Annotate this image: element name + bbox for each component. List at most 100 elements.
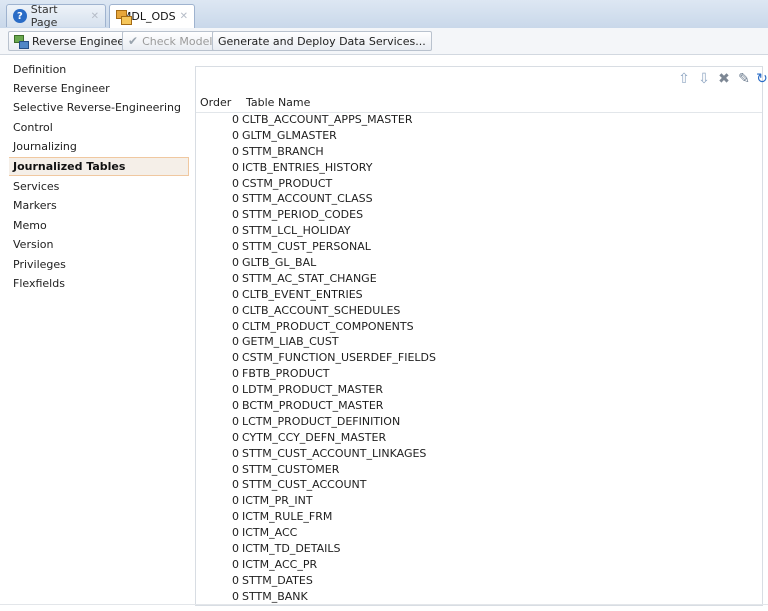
table-row[interactable]: 0 STTM_CUSTOMER <box>196 463 762 479</box>
table-name-cell: STTM_BANK <box>242 589 308 603</box>
table-name-cell: LCTM_PRODUCT_DEFINITION <box>242 414 401 428</box>
table-row[interactable]: 0 GETM_LIAB_CUST <box>196 335 762 351</box>
order-cell: 0 <box>232 510 239 524</box>
table-row[interactable]: 0 CYTM_CCY_DEFN_MASTER <box>196 431 762 447</box>
reverse-engineer-button[interactable]: Reverse Engineer <box>8 31 135 51</box>
nav-item-label: Control <box>13 121 53 134</box>
table-row[interactable]: 0 FBTB_PRODUCT <box>196 367 762 383</box>
table-name-cell: CYTM_CCY_DEFN_MASTER <box>242 430 387 444</box>
tab-start-page[interactable]: ? Start Page ✕ <box>6 3 106 29</box>
order-cell: 0 <box>232 478 239 492</box>
bottom-divider <box>0 604 768 605</box>
order-cell: 0 <box>232 526 239 540</box>
table-row[interactable]: 0 CLTB_EVENT_ENTRIES <box>196 288 762 304</box>
table-row[interactable]: 0 CLTB_ACCOUNT_SCHEDULES <box>196 304 762 320</box>
nav-item-flexfields[interactable]: Flexfields <box>9 274 189 293</box>
nav-item-definition[interactable]: Definition <box>9 60 189 79</box>
check-icon: ✔ <box>128 34 139 48</box>
order-cell: 0 <box>232 399 239 413</box>
close-icon[interactable]: ✕ <box>91 11 99 22</box>
order-cell: 0 <box>232 414 239 428</box>
nav-item-label: Flexfields <box>13 277 65 290</box>
nav-item-label: Services <box>13 180 60 193</box>
tab-mdl-ods[interactable]: MDL_ODS ✕ <box>109 4 195 28</box>
delete-icon[interactable]: ✖ <box>716 71 732 87</box>
table-row[interactable]: 0 ICTB_ENTRIES_HISTORY <box>196 161 762 177</box>
edit-icon[interactable]: ✎ <box>736 71 752 87</box>
nav-item-label: Journalized Tables <box>13 160 126 173</box>
table-row[interactable]: 0 ICTM_ACC_PR <box>196 558 762 574</box>
table-row[interactable]: 0 LDTM_PRODUCT_MASTER <box>196 383 762 399</box>
table-row[interactable]: 0 STTM_ACCOUNT_CLASS <box>196 192 762 208</box>
table-row[interactable]: 0 CLTM_PRODUCT_COMPONENTS <box>196 320 762 336</box>
table-name-cell: GLTM_GLMASTER <box>242 128 337 142</box>
table-row[interactable]: 0 STTM_DATES <box>196 574 762 590</box>
table-row[interactable]: 0 ICTM_TD_DETAILS <box>196 542 762 558</box>
table-row[interactable]: 0 GLTM_GLMASTER <box>196 129 762 145</box>
order-cell: 0 <box>232 240 239 254</box>
table-name-cell: FBTB_PRODUCT <box>242 367 330 381</box>
nav-item-memo[interactable]: Memo <box>9 216 189 235</box>
table-row[interactable]: 0 CLTB_ACCOUNT_APPS_MASTER <box>196 113 762 129</box>
move-up-icon[interactable]: ⇧ <box>676 71 692 87</box>
table-name-cell: STTM_DATES <box>242 573 313 587</box>
tab-label: Start Page <box>30 3 58 29</box>
order-cell: 0 <box>232 557 239 571</box>
table-row[interactable]: 0 ICTM_ACC <box>196 526 762 542</box>
table-row[interactable]: 0 BCTM_PRODUCT_MASTER <box>196 399 762 415</box>
table-name-cell: STTM_CUST_ACCOUNT_LINKAGES <box>242 446 427 460</box>
help-icon: ? <box>13 9 27 23</box>
column-header-table-name[interactable]: Table Name <box>246 96 310 109</box>
nav-item-journalized-tables[interactable]: Journalized Tables <box>9 157 189 176</box>
order-cell: 0 <box>232 351 239 365</box>
table-row[interactable]: 0 GLTB_GL_BAL <box>196 256 762 272</box>
table-name-cell: STTM_LCL_HOLIDAY <box>242 224 351 238</box>
table-row[interactable]: 0 STTM_CUST_ACCOUNT <box>196 478 762 494</box>
refresh-icon[interactable]: ↻ <box>754 71 768 87</box>
table-name-cell: STTM_CUST_ACCOUNT <box>242 478 367 492</box>
move-down-icon[interactable]: ⇩ <box>696 71 712 87</box>
nav-item-privileges[interactable]: Privileges <box>9 255 189 274</box>
table-name-cell: STTM_AC_STAT_CHANGE <box>242 271 377 285</box>
nav-item-markers[interactable]: Markers <box>9 196 189 215</box>
order-cell: 0 <box>232 144 239 158</box>
table-row[interactable]: 0 CSTM_FUNCTION_USERDEF_FIELDS <box>196 351 762 367</box>
table-row[interactable]: 0 LCTM_PRODUCT_DEFINITION <box>196 415 762 431</box>
order-cell: 0 <box>232 271 239 285</box>
nav-item-journalizing[interactable]: Journalizing <box>9 137 189 156</box>
table-row[interactable]: 0 STTM_CUST_PERSONAL <box>196 240 762 256</box>
order-cell: 0 <box>232 287 239 301</box>
table-name-cell: GETM_LIAB_CUST <box>242 335 339 349</box>
order-cell: 0 <box>232 128 239 142</box>
order-cell: 0 <box>232 319 239 333</box>
table-name-cell: STTM_PERIOD_CODES <box>242 208 364 222</box>
nav-item-services[interactable]: Services <box>9 177 189 196</box>
table-row[interactable]: 0 STTM_PERIOD_CODES <box>196 208 762 224</box>
table-row[interactable]: 0 ICTM_RULE_FRM <box>196 510 762 526</box>
panel-toolbar: ⇧ ⇩ ✖ ✎ ↻ <box>196 67 768 92</box>
nav-item-label: Privileges <box>13 258 66 271</box>
model-icon <box>116 9 132 25</box>
column-header-order[interactable]: Order <box>200 96 231 109</box>
nav-item-version[interactable]: Version <box>9 235 189 254</box>
nav-item-reverse-engineer[interactable]: Reverse Engineer <box>9 79 189 98</box>
table-row[interactable]: 0 STTM_CUST_ACCOUNT_LINKAGES <box>196 447 762 463</box>
table-row[interactable]: 0 ICTM_PR_INT <box>196 494 762 510</box>
table-row[interactable]: 0 CSTM_PRODUCT <box>196 177 762 193</box>
order-cell: 0 <box>232 367 239 381</box>
table-name-cell: STTM_ACCOUNT_CLASS <box>242 192 373 206</box>
nav-item-selective-reverse-engineering[interactable]: Selective Reverse-Engineering <box>9 98 189 117</box>
check-model-button[interactable]: ✔ Check Model <box>122 31 219 51</box>
table-header: Order Table Name <box>196 94 762 113</box>
order-cell: 0 <box>232 303 239 317</box>
table-name-cell: CLTB_ACCOUNT_APPS_MASTER <box>242 113 413 126</box>
close-icon[interactable]: ✕ <box>180 11 188 22</box>
table-row[interactable]: 0 STTM_LCL_HOLIDAY <box>196 224 762 240</box>
table-name-cell: ICTM_TD_DETAILS <box>242 542 341 556</box>
table-row[interactable]: 0 STTM_BRANCH <box>196 145 762 161</box>
generate-deploy-button[interactable]: Generate and Deploy Data Services... <box>212 31 432 51</box>
order-cell: 0 <box>232 224 239 238</box>
nav-item-control[interactable]: Control <box>9 118 189 137</box>
table-name-cell: ICTB_ENTRIES_HISTORY <box>242 160 373 174</box>
table-row[interactable]: 0 STTM_AC_STAT_CHANGE <box>196 272 762 288</box>
